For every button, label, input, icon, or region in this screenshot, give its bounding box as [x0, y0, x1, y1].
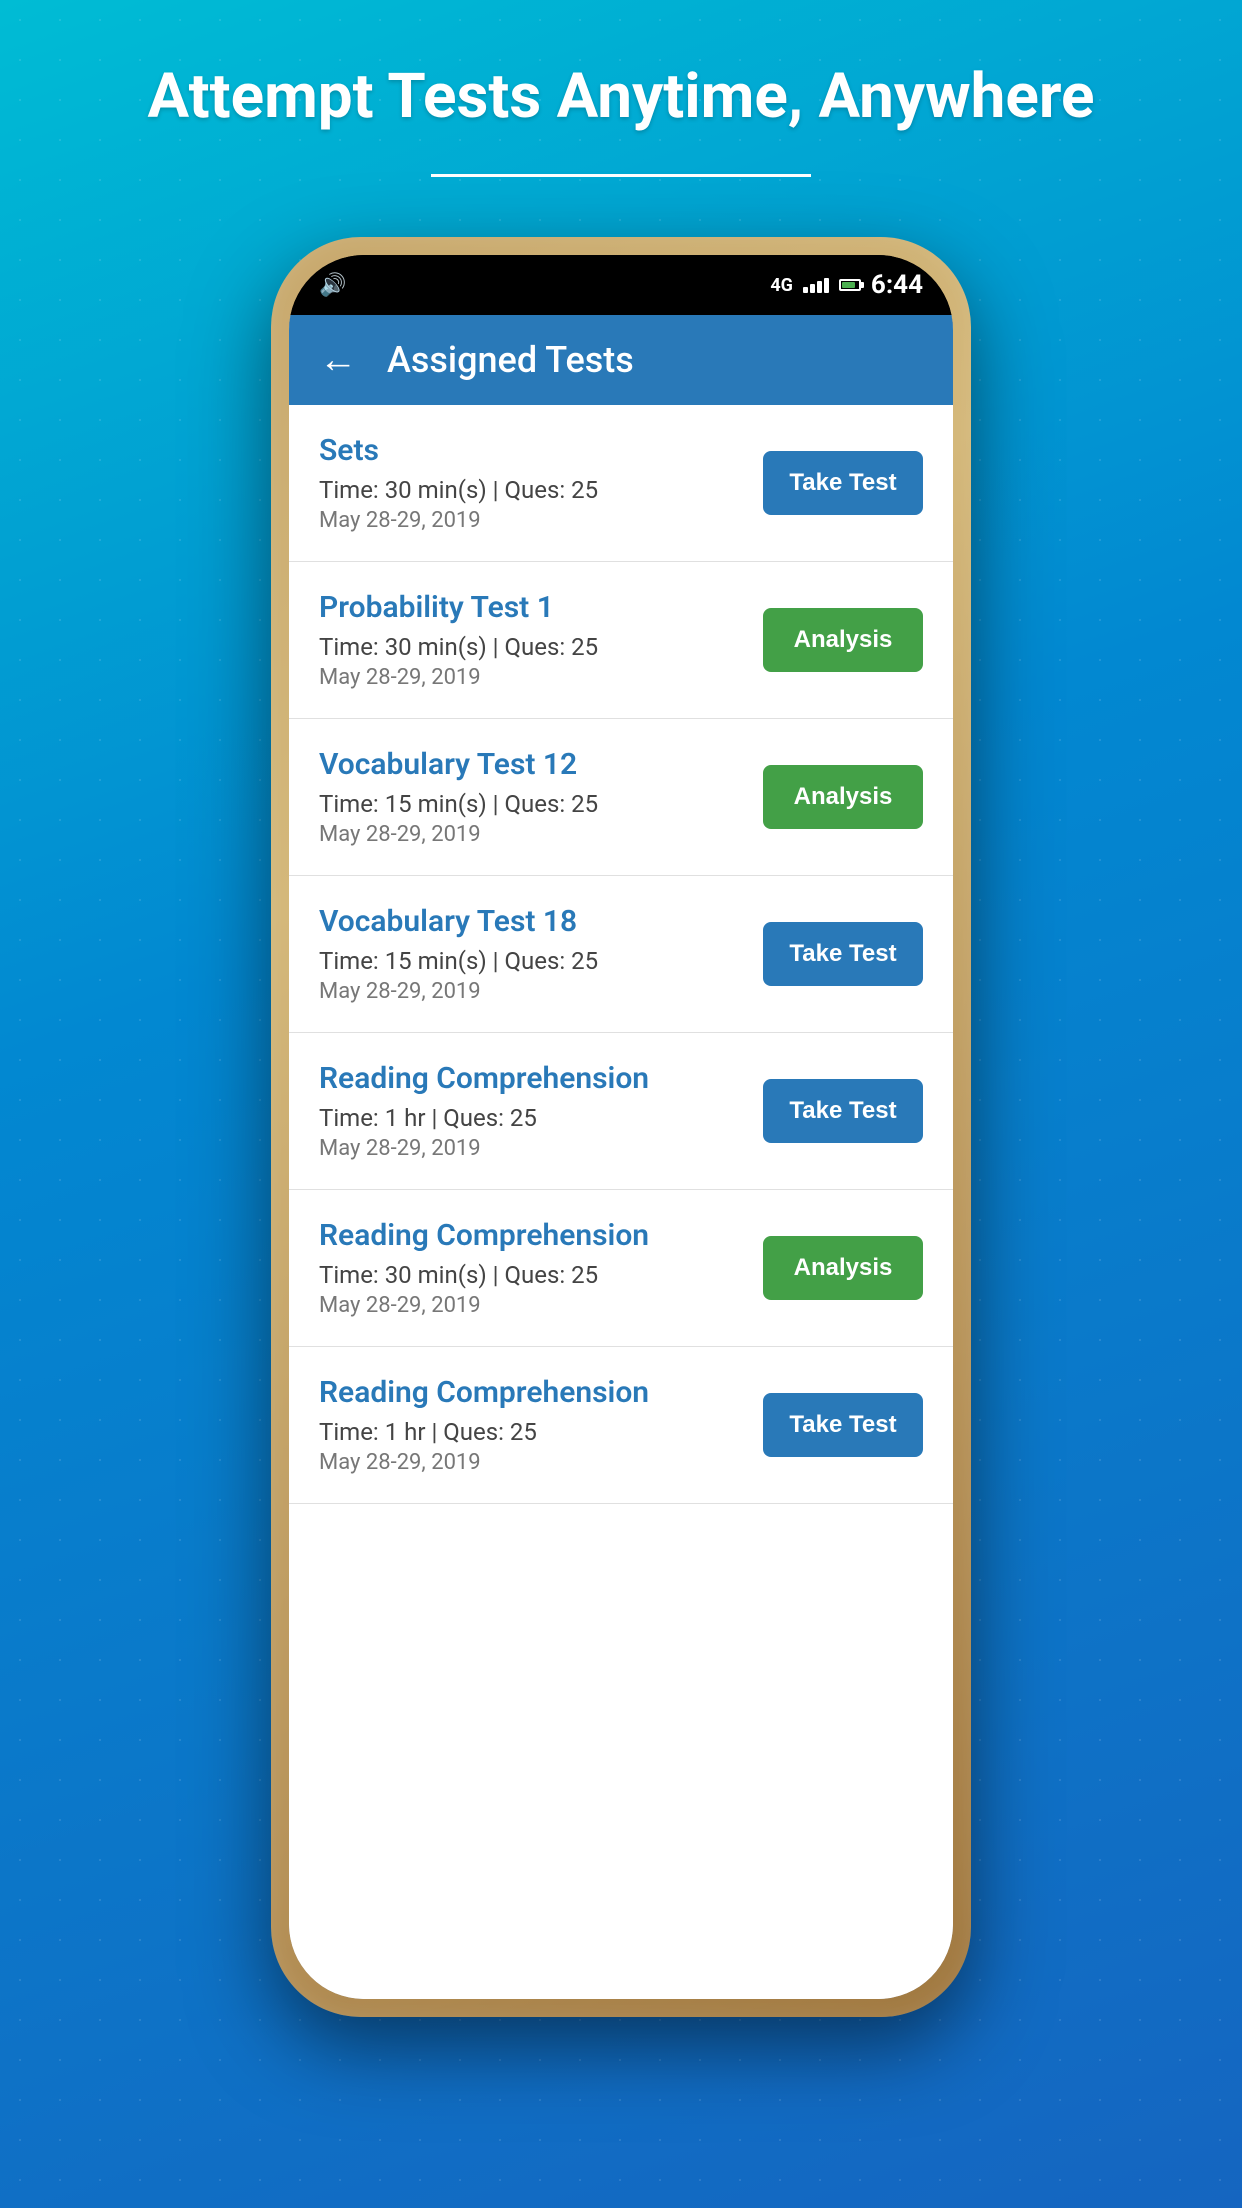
test-item: Reading Comprehension Time: 30 min(s) | Q… [289, 1190, 953, 1347]
phone-outer: 🔊 4G 6:44 [271, 237, 971, 2017]
test-date: May 28-29, 2019 [319, 1136, 743, 1161]
back-button[interactable]: ← [319, 338, 357, 382]
status-bar-notch [521, 255, 721, 295]
test-name: Reading Comprehension [319, 1375, 743, 1410]
battery-icon [839, 279, 861, 291]
test-date: May 28-29, 2019 [319, 508, 743, 533]
test-details: Time: 30 min(s) | Ques: 25 [319, 633, 743, 661]
test-info: Reading Comprehension Time: 1 hr | Ques: … [319, 1061, 743, 1161]
test-name: Probability Test 1 [319, 590, 743, 625]
test-name: Reading Comprehension [319, 1218, 743, 1253]
test-name: Reading Comprehension [319, 1061, 743, 1096]
take-test-button[interactable]: Take Test [763, 1393, 923, 1457]
test-date: May 28-29, 2019 [319, 1450, 743, 1475]
test-date: May 28-29, 2019 [319, 822, 743, 847]
take-test-button[interactable]: Take Test [763, 922, 923, 986]
test-name: Vocabulary Test 12 [319, 747, 743, 782]
test-info: Sets Time: 30 min(s) | Ques: 25 May 28-29,… [319, 433, 743, 533]
phone-mockup: 🔊 4G 6:44 [271, 237, 971, 2017]
test-item: Reading Comprehension Time: 1 hr | Ques: … [289, 1033, 953, 1190]
nav-title: Assigned Tests [387, 339, 634, 381]
test-date: May 28-29, 2019 [319, 665, 743, 690]
test-item: Probability Test 1 Time: 30 min(s) | Ques… [289, 562, 953, 719]
status-bar: 🔊 4G 6:44 [289, 255, 953, 315]
analysis-button[interactable]: Analysis [763, 1236, 923, 1300]
test-details: Time: 30 min(s) | Ques: 25 [319, 1261, 743, 1289]
analysis-button[interactable]: Analysis [763, 765, 923, 829]
test-item: Vocabulary Test 12 Time: 15 min(s) | Ques… [289, 719, 953, 876]
test-list: Sets Time: 30 min(s) | Ques: 25 May 28-29,… [289, 405, 953, 1999]
test-item: Reading Comprehension Time: 1 hr | Ques: … [289, 1347, 953, 1504]
test-name: Vocabulary Test 18 [319, 904, 743, 939]
app-content: ← Assigned Tests Sets Time: 30 min(s) | Q… [289, 315, 953, 1999]
test-details: Time: 30 min(s) | Ques: 25 [319, 476, 743, 504]
test-date: May 28-29, 2019 [319, 979, 743, 1004]
signal-bars [803, 278, 829, 293]
test-details: Time: 1 hr | Ques: 25 [319, 1418, 743, 1446]
test-details: Time: 1 hr | Ques: 25 [319, 1104, 743, 1132]
status-time: 6:44 [871, 270, 923, 300]
take-test-button[interactable]: Take Test [763, 1079, 923, 1143]
header-divider [431, 174, 811, 177]
test-info: Reading Comprehension Time: 30 min(s) | Q… [319, 1218, 743, 1318]
test-date: May 28-29, 2019 [319, 1293, 743, 1318]
analysis-button[interactable]: Analysis [763, 608, 923, 672]
test-details: Time: 15 min(s) | Ques: 25 [319, 790, 743, 818]
test-info: Reading Comprehension Time: 1 hr | Ques: … [319, 1375, 743, 1475]
header-title: Attempt Tests Anytime, Anywhere [88, 60, 1155, 134]
speaker-icon: 🔊 [319, 273, 346, 298]
test-info: Probability Test 1 Time: 30 min(s) | Ques… [319, 590, 743, 690]
take-test-button[interactable]: Take Test [763, 451, 923, 515]
nav-bar: ← Assigned Tests [289, 315, 953, 405]
test-item: Vocabulary Test 18 Time: 15 min(s) | Ques… [289, 876, 953, 1033]
phone-inner: 🔊 4G 6:44 [289, 255, 953, 1999]
test-details: Time: 15 min(s) | Ques: 25 [319, 947, 743, 975]
test-item: Sets Time: 30 min(s) | Ques: 25 May 28-29,… [289, 405, 953, 562]
test-name: Sets [319, 433, 743, 468]
test-info: Vocabulary Test 18 Time: 15 min(s) | Ques… [319, 904, 743, 1004]
network-icon: 4G [770, 275, 793, 296]
test-info: Vocabulary Test 12 Time: 15 min(s) | Ques… [319, 747, 743, 847]
